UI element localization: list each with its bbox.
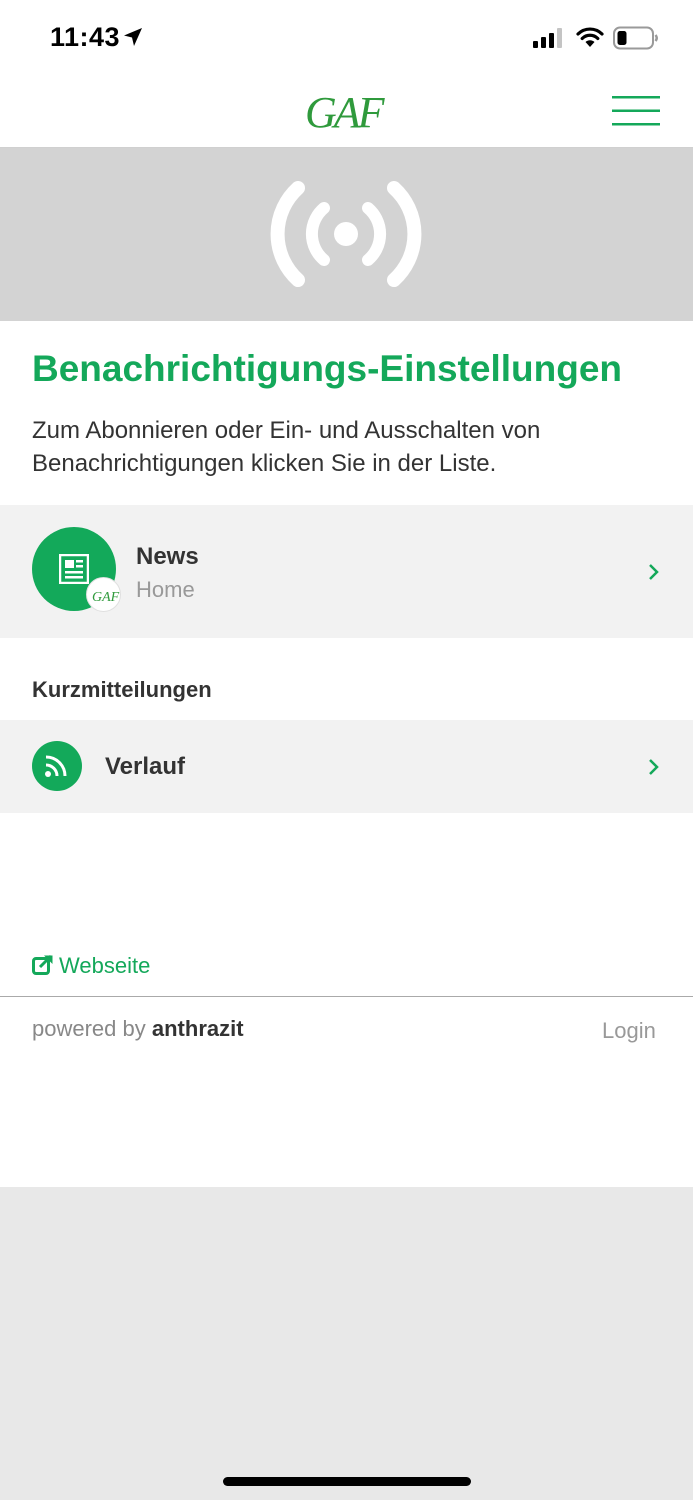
status-bar: 11:43 [0, 0, 693, 75]
website-link-label: Webseite [59, 953, 151, 978]
wifi-icon [576, 27, 604, 47]
news-subtitle: Home [136, 577, 195, 602]
powered-by: powered by anthrazit [32, 1016, 244, 1042]
list-item-news[interactable]: GAF News Home [0, 505, 693, 638]
location-arrow-icon [124, 28, 142, 46]
external-link-icon [32, 954, 53, 975]
battery-icon [613, 26, 658, 50]
footer-divider [0, 996, 693, 997]
svg-text:GAF: GAF [305, 88, 386, 135]
chevron-right-icon [649, 759, 659, 775]
hamburger-menu-icon[interactable] [612, 95, 660, 127]
page-description: Zum Abonnieren oder Ein- und Ausschalten… [32, 417, 541, 477]
news-title: News [136, 543, 199, 570]
hero-banner [0, 148, 693, 321]
cellular-signal-icon [533, 28, 562, 48]
broadcast-icon [270, 181, 422, 287]
verlauf-title: Verlauf [105, 753, 186, 780]
svg-text:GAF: GAF [92, 590, 120, 605]
powered-by-prefix: powered by [32, 1016, 146, 1041]
status-time: 11:43 [50, 22, 121, 52]
gaf-badge: GAF [86, 577, 121, 612]
app-header: GAF [0, 75, 693, 148]
gaf-logo[interactable]: GAF [303, 85, 389, 135]
website-link[interactable]: Webseite [32, 953, 150, 979]
rss-feed-icon [45, 755, 67, 777]
verlauf-avatar [32, 741, 82, 791]
page-title: Benachrichtigungs-Einstellungen [32, 348, 622, 389]
powered-by-brand[interactable]: anthrazit [152, 1016, 244, 1041]
newspaper-icon [59, 554, 89, 584]
list-item-verlauf[interactable]: Verlauf [0, 720, 693, 813]
chevron-right-icon [649, 564, 659, 580]
login-link[interactable]: Login [602, 1018, 656, 1044]
screen: 11:43 GAF Benachrichtigungs-Einstellunge… [0, 0, 693, 1500]
home-indicator [223, 1477, 471, 1486]
section-heading: Kurzmitteilungen [32, 677, 212, 702]
